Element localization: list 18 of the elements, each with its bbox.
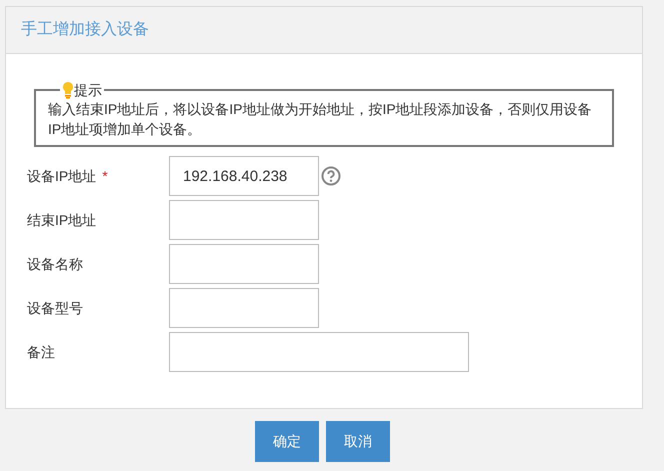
field-label: 设备名称 <box>27 254 83 274</box>
help-icon[interactable] <box>321 166 341 186</box>
input-field[interactable] <box>169 244 319 284</box>
input-field[interactable] <box>169 200 319 240</box>
field-label: 备注 <box>27 342 55 362</box>
tip-text: 输入结束IP地址后，将以设备IP地址做为开始地址，按IP地址段添加设备，否则仅用设备IP地址项增加单个设备。 <box>48 100 593 139</box>
field-label: 设备IP地址 <box>27 166 96 186</box>
input-field[interactable] <box>169 332 469 372</box>
dialog-button[interactable]: 确定 <box>255 421 319 462</box>
input-field[interactable] <box>169 288 319 328</box>
input-field[interactable]: 192.168.40.238 <box>169 156 319 196</box>
dialog-button[interactable]: 取消 <box>326 421 390 462</box>
field-label: 设备型号 <box>27 298 83 318</box>
tip-legend: 提示 <box>74 81 102 99</box>
field-label: 结束IP地址 <box>27 210 96 230</box>
required-mark: * <box>102 166 108 186</box>
panel-title: 手工增加接入设备 <box>21 20 149 40</box>
lightbulb-icon <box>62 81 74 99</box>
